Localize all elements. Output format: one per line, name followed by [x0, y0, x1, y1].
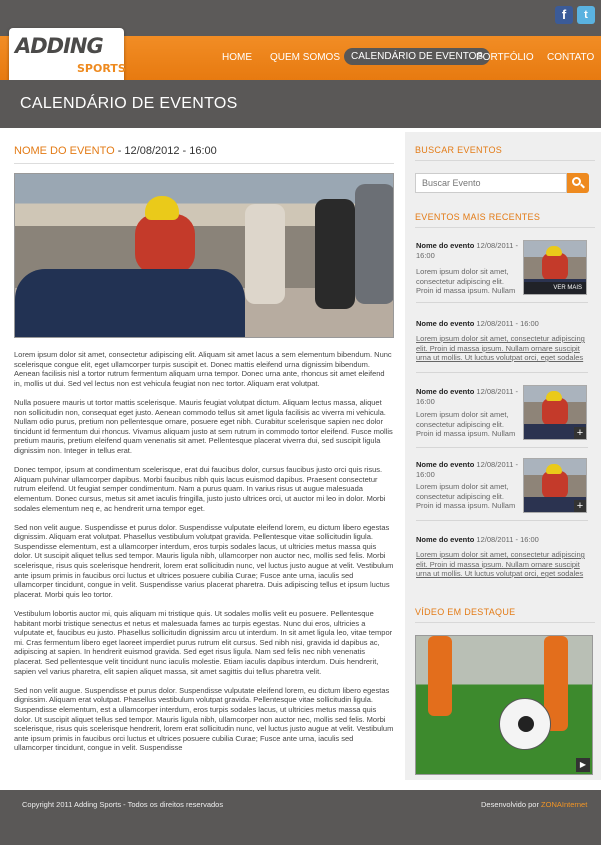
nav-home[interactable]: HOME	[222, 52, 252, 63]
recent-event-name: Nome do evento	[416, 535, 475, 544]
recent-event-name: Nome do evento	[416, 387, 475, 396]
divider	[415, 622, 595, 623]
event-paragraph: Vestibulum lobortis auctor mi, quis aliq…	[14, 609, 393, 676]
recent-events-heading: EVENTOS MAIS RECENTES	[415, 212, 541, 222]
footer: Copyright 2011 Adding Sports - Todos os …	[0, 790, 601, 845]
recent-event-title[interactable]: Nome do evento 12/08/2011 - 16:00	[416, 535, 591, 545]
ver-mais-label[interactable]: VER MAIS	[524, 282, 586, 294]
recent-event-text: Lorem ipsum dolor sit amet, consectetur …	[416, 410, 516, 438]
recent-event-thumbnail[interactable]: +	[523, 458, 587, 513]
event-photo	[14, 173, 394, 338]
search-input[interactable]	[415, 173, 567, 193]
divider	[416, 447, 588, 448]
logo-sub-text: SPORTS	[77, 62, 126, 75]
recent-event-title[interactable]: Nome do evento 12/08/2011 - 16:00	[416, 319, 591, 329]
divider	[416, 372, 588, 373]
divider	[415, 227, 595, 228]
event-paragraph: Donec tempor, ipsum at condimentum scele…	[14, 465, 386, 513]
recent-event-text[interactable]: Lorem ipsum dolor sit amet, consectetur …	[416, 550, 586, 579]
recent-event-date: 12/08/2011 - 16:00	[474, 535, 539, 544]
play-icon[interactable]: ▶	[576, 758, 590, 772]
plus-icon[interactable]: +	[574, 500, 586, 512]
page-title: CALENDÁRIO DE EVENTOS	[20, 95, 238, 112]
divider	[415, 160, 595, 161]
recent-event-title[interactable]: Nome do evento 12/08/2011 - 16:00	[416, 241, 521, 261]
recent-event-text: Lorem ipsum dolor sit amet, consectetur …	[416, 482, 516, 510]
featured-video[interactable]: ▶	[415, 635, 593, 775]
developer-label: Desenvolvido por	[481, 800, 542, 809]
twitter-icon[interactable]: t	[577, 6, 595, 24]
divider	[416, 520, 588, 521]
recent-event-text: Lorem ipsum dolor sit amet, consectetur …	[416, 267, 516, 295]
recent-event-thumbnail[interactable]: VER MAIS	[523, 240, 587, 295]
recent-event-title[interactable]: Nome do evento 12/08/2011 - 16:00	[416, 387, 521, 407]
recent-event-text[interactable]: Lorem ipsum dolor sit amet, consectetur …	[416, 334, 586, 363]
recent-event-name: Nome do evento	[416, 460, 475, 469]
logo-main-text: ADDING	[15, 34, 104, 58]
developer-credit: Desenvolvido por ZONAInternet	[481, 800, 587, 809]
developer-link[interactable]: ZONAInternet	[541, 800, 587, 809]
event-paragraph: Lorem ipsum dolor sit amet, consectetur …	[14, 350, 392, 388]
copyright-text: Copyright 2011 Adding Sports - Todos os …	[22, 800, 224, 809]
event-heading: NOME DO EVENTO - 12/08/2012 - 16:00	[14, 145, 217, 157]
search-button[interactable]	[567, 173, 589, 193]
recent-event-date: 12/08/2011 - 16:00	[474, 319, 539, 328]
event-paragraph: Sed non velit augue. Suspendisse et puru…	[14, 685, 394, 753]
event-date: - 12/08/2012 - 16:00	[114, 145, 217, 157]
event-description: Lorem ipsum dolor sit amet, consectetur …	[14, 350, 394, 763]
site-logo[interactable]: ADDING SPORTS	[9, 28, 126, 86]
page-title-bar: CALENDÁRIO DE EVENTOS	[0, 80, 601, 128]
recent-event-thumbnail[interactable]: +	[523, 385, 587, 440]
recent-event-name: Nome do evento	[416, 241, 475, 250]
event-name: NOME DO EVENTO	[14, 145, 115, 157]
recent-event-title[interactable]: Nome do evento 12/08/2011 - 16:00	[416, 460, 521, 480]
facebook-icon[interactable]: f	[555, 6, 573, 24]
plus-icon[interactable]: +	[574, 427, 586, 439]
nav-portfolio[interactable]: PORTFÓLIO	[476, 52, 534, 63]
nav-quem-somos[interactable]: QUEM SOMOS	[270, 52, 340, 63]
event-paragraph: Nulla posuere mauris ut tortor mattis sc…	[14, 397, 393, 455]
nav-contato[interactable]: CONTATO	[547, 52, 594, 63]
recent-event-name: Nome do evento	[416, 319, 475, 328]
search-heading: BUSCAR EVENTOS	[415, 145, 503, 155]
video-heading: VÍDEO EM DESTAQUE	[415, 607, 516, 617]
nav-calendario[interactable]: CALENDÁRIO DE EVENTOS	[344, 48, 491, 65]
divider	[416, 302, 588, 303]
divider	[14, 163, 394, 164]
event-paragraph: Sed non velit augue. Suspendisse et puru…	[14, 522, 394, 599]
